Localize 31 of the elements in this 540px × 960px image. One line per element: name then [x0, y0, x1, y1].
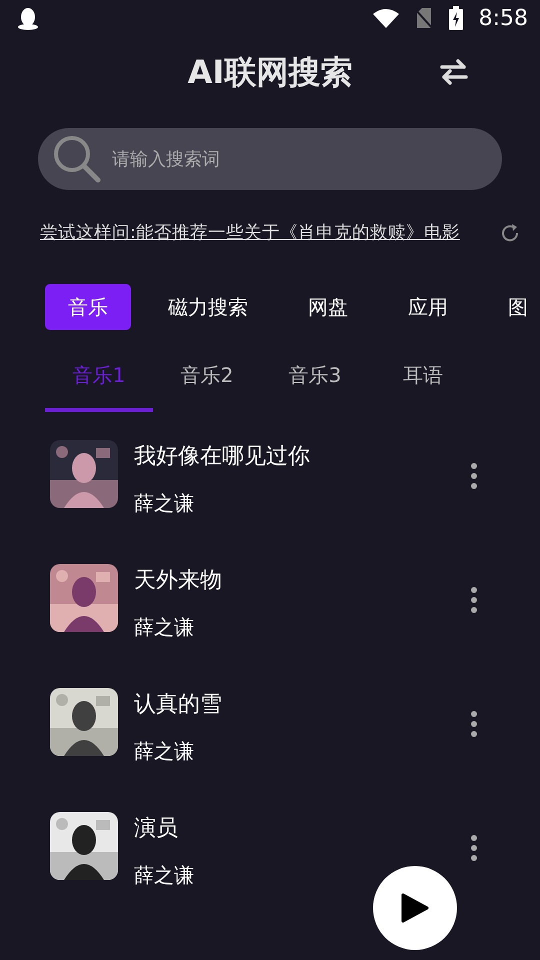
music-tab[interactable]: 音乐2	[153, 360, 261, 412]
song-title: 认真的雪	[134, 691, 222, 720]
search-icon	[52, 135, 102, 183]
battery-icon	[448, 6, 463, 30]
category-tab[interactable]: 图	[485, 284, 540, 330]
artist-name: 薛之谦	[134, 614, 195, 642]
search-field[interactable]: 请输入搜索词	[38, 128, 502, 190]
artist-name: 薛之谦	[134, 862, 194, 890]
more-icon[interactable]	[470, 586, 478, 614]
page-title: AI联网搜索	[188, 52, 352, 93]
refresh-icon[interactable]	[500, 223, 520, 244]
song-title: 天外来物	[134, 567, 222, 596]
artist-name: 薛之谦	[134, 490, 195, 518]
play-icon	[401, 893, 429, 923]
wifi-icon	[372, 8, 399, 28]
music-tab[interactable]: 音乐3	[261, 360, 369, 412]
category-tab[interactable]: 磁力搜索	[145, 284, 271, 330]
category-tab[interactable]: 网盘	[285, 284, 371, 330]
time-text: 8:58	[478, 4, 528, 32]
no-sim-icon	[414, 7, 433, 29]
swap-icon[interactable]	[440, 58, 468, 86]
artist-name: 薛之谦	[134, 738, 195, 766]
song-title: 演员	[134, 815, 179, 844]
song-title: 我好像在哪见过你	[134, 443, 310, 472]
suggestion-link[interactable]: 尝试这样问:能否推荐一些关于《肖申克的救赎》电影	[40, 220, 460, 246]
more-icon[interactable]	[470, 710, 478, 738]
more-icon[interactable]	[470, 834, 478, 862]
category-tab[interactable]: 音乐	[45, 284, 131, 330]
music-tab[interactable]: 耳语	[369, 360, 477, 412]
category-tab[interactable]: 应用	[385, 284, 471, 330]
more-icon[interactable]	[470, 462, 478, 490]
